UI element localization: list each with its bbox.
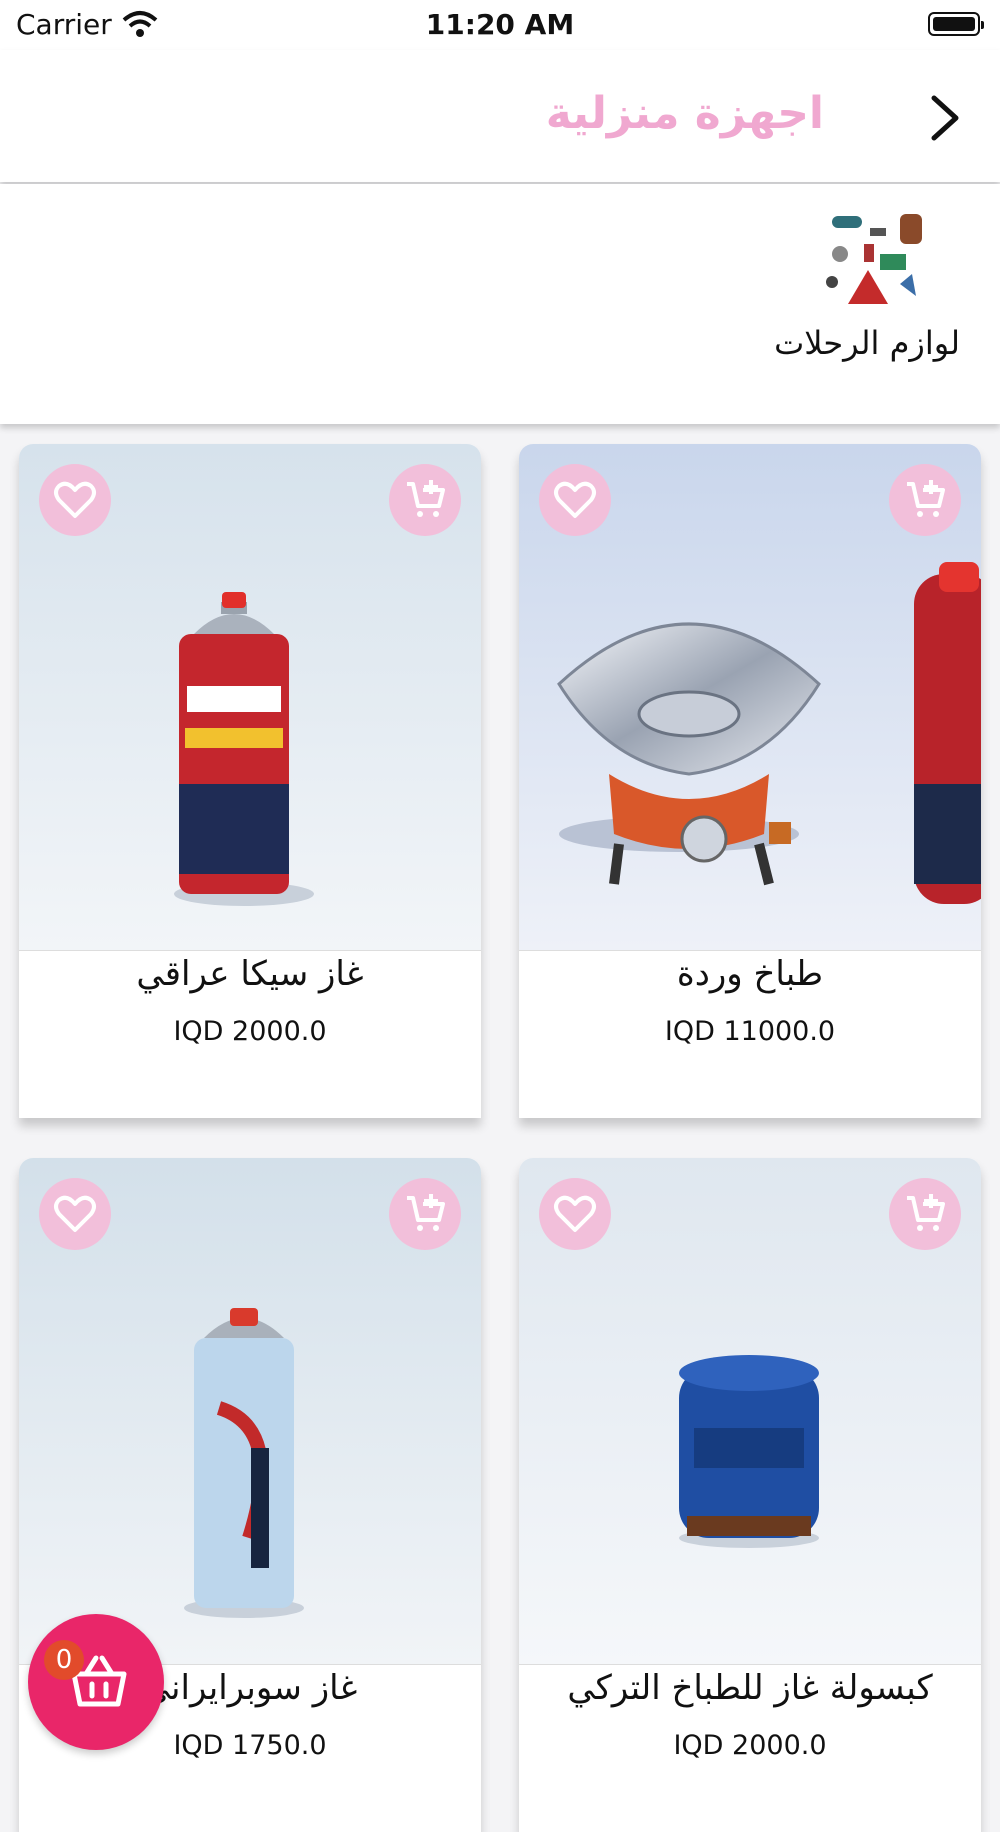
- category-item-camping[interactable]: لوازم الرحلات: [774, 204, 960, 374]
- product-price: IQD 2000.0: [673, 1730, 827, 1761]
- nav-bar: اجهزة منزلية: [0, 50, 1000, 182]
- add-to-cart-button[interactable]: [889, 1178, 961, 1250]
- page-title: اجهزة منزلية: [545, 88, 824, 139]
- favorite-button[interactable]: [539, 1178, 611, 1250]
- product-card[interactable]: كبسولة غاز للطباخ التركي IQD 2000.0: [519, 1158, 981, 1832]
- add-to-cart-button[interactable]: [389, 464, 461, 536]
- status-time: 11:20 AM: [425, 8, 575, 41]
- status-bar: Carrier 11:20 AM: [0, 0, 1000, 50]
- heart-icon: [554, 481, 596, 518]
- product-card[interactable]: غاز سيكا عراقي IQD 2000.0: [19, 444, 481, 1118]
- add-to-cart-button[interactable]: [389, 1178, 461, 1250]
- category-strip: لوازم الرحلات: [0, 184, 1000, 424]
- chevron-right-icon[interactable]: [916, 90, 972, 146]
- product-price: IQD 11000.0: [664, 1016, 836, 1047]
- add-to-cart-icon: [907, 1194, 945, 1231]
- heart-icon: [554, 1195, 596, 1232]
- add-to-cart-icon: [407, 1194, 445, 1231]
- add-to-cart-icon: [407, 480, 445, 517]
- favorite-button[interactable]: [539, 464, 611, 536]
- battery-icon: [928, 12, 984, 36]
- product-price: IQD 2000.0: [173, 1016, 327, 1047]
- product-name: غاز سيكا عراقي: [136, 954, 364, 994]
- favorite-button[interactable]: [39, 1178, 111, 1250]
- product-card[interactable]: طباخ وردة IQD 11000.0: [519, 444, 981, 1118]
- product-name: كبسولة غاز للطباخ التركي: [567, 1668, 933, 1708]
- add-to-cart-button[interactable]: [889, 464, 961, 536]
- basket-button[interactable]: 0: [28, 1614, 164, 1750]
- add-to-cart-icon: [907, 480, 945, 517]
- product-name: طباخ وردة: [676, 954, 824, 994]
- basket-count-badge: 0: [44, 1640, 84, 1680]
- category-label: لوازم الرحلات: [774, 324, 960, 362]
- heart-icon: [54, 481, 96, 518]
- heart-icon: [54, 1195, 96, 1232]
- camping-gear-image: [826, 214, 922, 304]
- favorite-button[interactable]: [39, 464, 111, 536]
